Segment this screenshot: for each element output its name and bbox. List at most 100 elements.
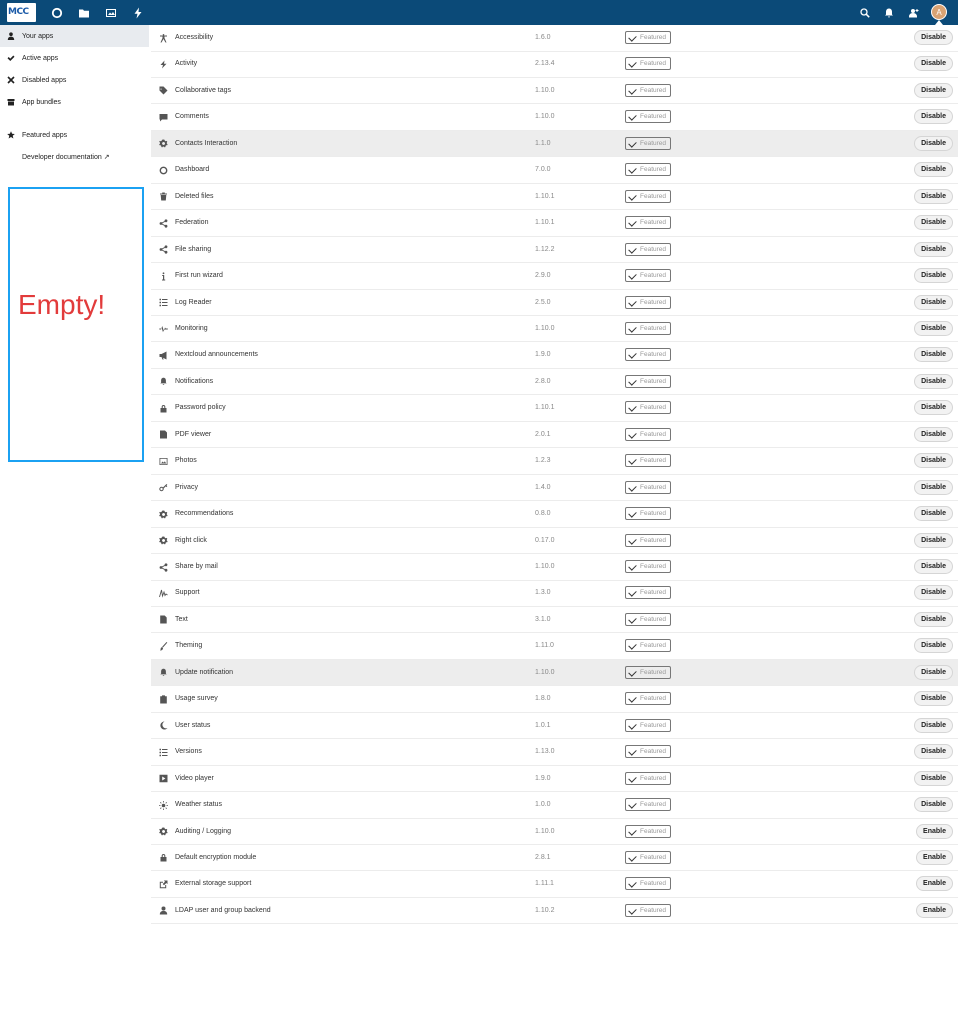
app-name[interactable]: Accessibility [175, 34, 213, 41]
app-name[interactable]: Video player [175, 775, 214, 782]
app-name[interactable]: File sharing [175, 246, 211, 253]
disable-button[interactable]: Disable [914, 109, 953, 125]
enable-button[interactable]: Enable [916, 876, 953, 892]
featured-badge: Featured [625, 639, 672, 653]
app-name[interactable]: Log Reader [175, 299, 212, 306]
app-name[interactable]: Right click [175, 537, 207, 544]
disable-button[interactable]: Disable [914, 559, 953, 574]
app-name[interactable]: Recommendations [175, 510, 233, 517]
app-name[interactable]: First run wizard [175, 272, 223, 279]
app-version: 2.8.0 [535, 377, 551, 385]
app-name[interactable]: Versions [175, 748, 202, 755]
app-name[interactable]: User status [175, 722, 210, 729]
disable-button[interactable]: Disable [914, 215, 953, 231]
sidebar-item-app-bundles[interactable]: App bundles [0, 91, 149, 113]
app-row: Deleted files 1.10.1 Featured Disable [151, 184, 958, 211]
app-name[interactable]: Contacts Interaction [175, 140, 237, 147]
disable-button[interactable]: Disable [914, 82, 953, 98]
app-name[interactable]: Nextcloud announcements [175, 351, 258, 358]
app-name[interactable]: Dashboard [175, 166, 209, 173]
disable-button[interactable]: Disable [914, 188, 953, 204]
app-name[interactable]: Weather status [175, 801, 222, 808]
disable-button[interactable]: Disable [914, 56, 953, 72]
logo[interactable]: MCC [7, 3, 36, 22]
sidebar-item-featured-apps[interactable]: Featured apps [0, 124, 149, 146]
sidebar-item-active-apps[interactable]: Active apps [0, 47, 149, 69]
disable-button[interactable]: Disable [914, 770, 953, 786]
disable-button[interactable]: Disable [914, 241, 953, 257]
disable-button[interactable]: Disable [914, 717, 953, 733]
app-row: Privacy 1.4.0 Featured Disable [151, 475, 958, 502]
enable-button[interactable]: Enable [916, 902, 953, 918]
sidebar-item-developer-docs[interactable]: Developer documentation ↗ [0, 146, 149, 168]
files-icon[interactable] [77, 6, 90, 19]
avatar[interactable]: A [931, 4, 947, 20]
app-name[interactable]: Photos [175, 457, 197, 464]
app-name[interactable]: Activity [175, 60, 197, 67]
disable-button[interactable]: Disable [914, 453, 953, 469]
app-name[interactable]: LDAP user and group backend [175, 907, 271, 914]
disable-button[interactable]: Disable [914, 373, 953, 389]
app-name[interactable]: Update notification [175, 669, 233, 676]
app-version: 1.11.0 [535, 642, 554, 650]
app-name[interactable]: Federation [175, 219, 208, 226]
featured-badge: Featured [625, 877, 672, 891]
disable-button[interactable]: Disable [914, 30, 953, 45]
photos-icon[interactable] [104, 6, 117, 19]
app-row: Dashboard 7.0.0 Featured Disable [151, 157, 958, 184]
contacts-icon[interactable] [907, 6, 920, 19]
app-name[interactable]: Usage survey [175, 695, 218, 702]
app-name[interactable]: Notifications [175, 378, 213, 385]
app-version: 1.9.0 [535, 351, 551, 359]
app-name[interactable]: Default encryption module [175, 854, 256, 861]
disable-button[interactable]: Disable [914, 691, 953, 707]
disable-button[interactable]: Disable [914, 294, 953, 310]
featured-badge: Featured [625, 903, 672, 917]
disable-button[interactable]: Disable [914, 347, 953, 363]
app-name[interactable]: Auditing / Logging [175, 828, 231, 835]
disable-button[interactable]: Disable [914, 611, 953, 627]
featured-badge: Featured [625, 850, 672, 864]
disable-button[interactable]: Disable [914, 426, 953, 442]
app-version: 1.10.2 [535, 906, 555, 914]
activity-icon[interactable] [131, 6, 144, 19]
disable-button[interactable]: Disable [914, 585, 953, 601]
app-name[interactable]: Comments [175, 113, 209, 120]
app-version: 1.10.1 [535, 404, 555, 412]
disable-button[interactable]: Disable [914, 162, 953, 178]
app-name[interactable]: Password policy [175, 404, 226, 411]
featured-badge: Featured [625, 586, 672, 600]
app-name[interactable]: Share by mail [175, 563, 218, 570]
disable-button[interactable]: Disable [914, 268, 953, 284]
disable-button[interactable]: Disable [914, 744, 953, 760]
notifications-icon[interactable] [882, 6, 895, 19]
disable-button[interactable]: Disable [914, 638, 953, 654]
disable-button[interactable]: Disable [914, 532, 953, 548]
app-name[interactable]: Support [175, 589, 200, 596]
sidebar-item-your-apps[interactable]: Your apps [0, 25, 149, 47]
enable-button[interactable]: Enable [916, 823, 953, 839]
sidebar-item-disabled-apps[interactable]: Disabled apps [0, 69, 149, 91]
app-name[interactable]: Theming [175, 642, 202, 649]
disable-button[interactable]: Disable [914, 479, 953, 495]
app-name[interactable]: Deleted files [175, 193, 214, 200]
app-name[interactable]: External storage support [175, 880, 251, 887]
empty-label: Empty! [18, 289, 106, 320]
disable-button[interactable]: Disable [914, 797, 953, 813]
search-icon[interactable] [858, 6, 871, 19]
app-name[interactable]: PDF viewer [175, 431, 211, 438]
disable-button[interactable]: Disable [914, 506, 953, 522]
app-version: 1.10.0 [535, 324, 555, 332]
app-name[interactable]: Monitoring [175, 325, 208, 332]
app-name[interactable]: Collaborative tags [175, 87, 231, 94]
disable-button[interactable]: Disable [914, 400, 953, 416]
disable-button[interactable]: Disable [914, 135, 953, 151]
app-name[interactable]: Privacy [175, 484, 198, 491]
enable-button[interactable]: Enable [916, 849, 953, 865]
dashboard-icon[interactable] [50, 6, 63, 19]
app-name[interactable]: Text [175, 616, 188, 623]
empty-placeholder-box: Empty! [8, 187, 144, 462]
disable-button[interactable]: Disable [914, 664, 953, 680]
app-row: Collaborative tags 1.10.0 Featured Disable [151, 78, 958, 105]
disable-button[interactable]: Disable [914, 320, 953, 336]
